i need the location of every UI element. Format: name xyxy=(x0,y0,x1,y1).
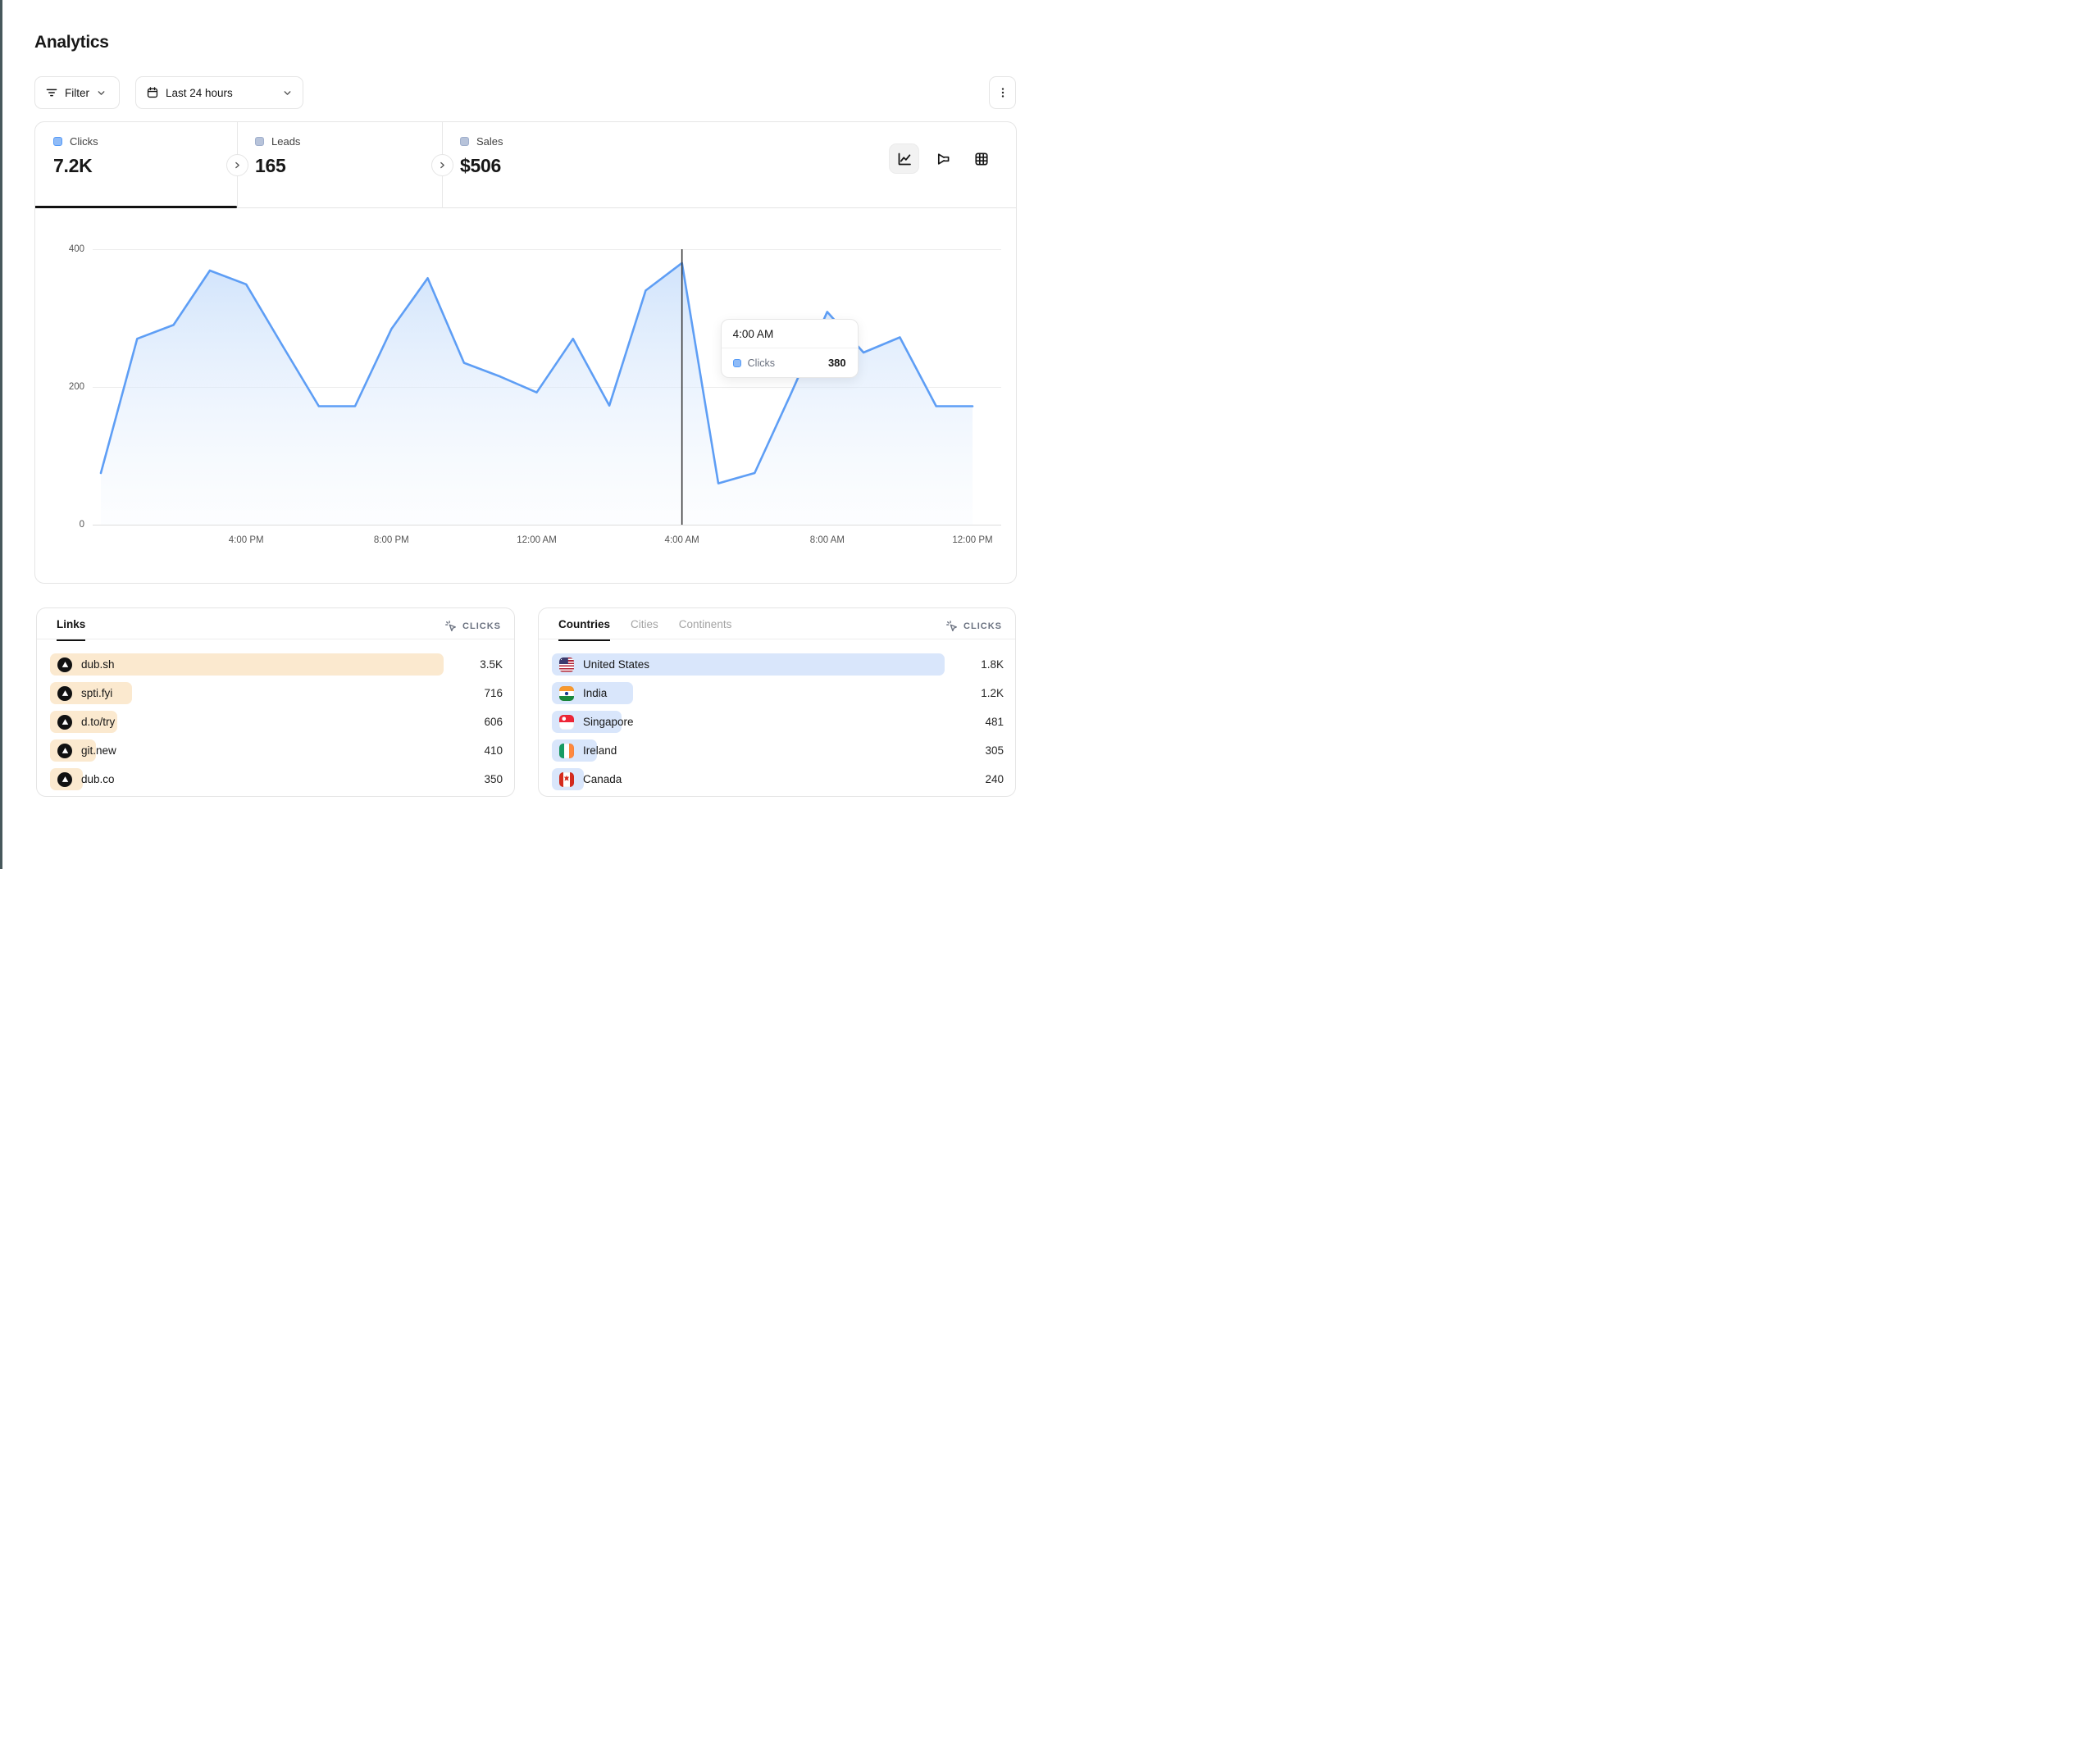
dub-logo-icon xyxy=(57,715,72,730)
funnel-chart-view-button[interactable] xyxy=(927,143,958,174)
page-title: Analytics xyxy=(34,33,109,52)
links-panel: Links CLICKS dub.sh 3.5K spti.fyi 716 xyxy=(36,607,515,797)
clicks-count: 1.2K xyxy=(981,687,1004,699)
link-row[interactable]: dub.sh 3.5K xyxy=(50,653,503,676)
chart-tooltip: 4:00 AM Clicks 380 xyxy=(721,319,859,378)
clicks-count: 305 xyxy=(985,744,1004,757)
tooltip-value: 380 xyxy=(828,357,846,369)
chevron-down-icon xyxy=(96,88,107,98)
link-row[interactable]: git.new 410 xyxy=(50,739,503,762)
tooltip-series-label: Clicks xyxy=(748,357,775,369)
clicks-count: 3.5K xyxy=(480,658,503,671)
cursor-click-icon xyxy=(945,620,959,633)
clicks-timeseries-chart[interactable]: 400 200 0 4:00 PM 8:00 PM 12:00 AM 4:00 … xyxy=(35,208,1016,583)
tab-cities[interactable]: Cities xyxy=(631,618,658,641)
stat-value: 165 xyxy=(255,155,442,177)
clicks-count: 716 xyxy=(484,687,503,699)
more-options-button[interactable] xyxy=(989,76,1016,109)
link-row[interactable]: d.to/try 606 xyxy=(50,711,503,733)
stat-tab-sales[interactable]: Sales $506 xyxy=(442,122,647,207)
leads-swatch-icon xyxy=(255,137,264,146)
metric-label: CLICKS xyxy=(462,621,501,631)
clicks-count: 1.8K xyxy=(981,658,1004,671)
stats-row: Clicks 7.2K Leads 165 Sales $506 xyxy=(35,122,1016,208)
tab-links[interactable]: Links xyxy=(57,618,85,641)
tab-countries[interactable]: Countries xyxy=(558,618,610,641)
analytics-chart-card: Clicks 7.2K Leads 165 Sales $506 xyxy=(34,121,1017,584)
clicks-count: 410 xyxy=(484,744,503,757)
singapore-flag-icon xyxy=(559,715,574,730)
line-chart-icon xyxy=(896,151,913,167)
clicks-swatch-icon xyxy=(733,359,741,367)
x-axis-tick: 12:00 PM xyxy=(952,535,992,545)
stat-tab-clicks[interactable]: Clicks 7.2K xyxy=(35,122,237,207)
dub-logo-icon xyxy=(57,657,72,672)
x-axis-tick: 12:00 AM xyxy=(517,535,557,545)
stat-label: Leads xyxy=(271,135,300,148)
clicks-count: 350 xyxy=(484,773,503,785)
filter-icon xyxy=(45,86,58,99)
tooltip-time: 4:00 AM xyxy=(722,320,858,348)
link-row[interactable]: spti.fyi 716 xyxy=(50,682,503,704)
country-row[interactable]: Singapore 481 xyxy=(552,711,1004,733)
dub-logo-icon xyxy=(57,744,72,758)
clicks-swatch-icon xyxy=(53,137,62,146)
x-axis-tick: 4:00 AM xyxy=(665,535,699,545)
expand-leads-button[interactable] xyxy=(226,154,248,176)
x-axis-tick: 8:00 PM xyxy=(374,535,409,545)
filter-label: Filter xyxy=(65,87,89,99)
chart-type-switcher xyxy=(889,143,996,174)
india-flag-icon xyxy=(559,686,574,701)
sales-swatch-icon xyxy=(460,137,469,146)
kebab-menu-icon xyxy=(996,86,1009,99)
stat-tab-leads[interactable]: Leads 165 xyxy=(237,122,442,207)
expand-sales-button[interactable] xyxy=(431,154,453,176)
window-edge xyxy=(0,0,2,869)
x-axis-tick: 4:00 PM xyxy=(229,535,264,545)
table-view-button[interactable] xyxy=(966,143,996,174)
dub-logo-icon xyxy=(57,772,72,787)
link-row[interactable]: dub.co 350 xyxy=(50,768,503,790)
united-states-flag-icon xyxy=(559,657,574,672)
tab-continents[interactable]: Continents xyxy=(679,618,732,641)
metric-selector[interactable]: CLICKS xyxy=(444,618,501,633)
stat-label: Sales xyxy=(476,135,503,148)
country-row[interactable]: Ireland 305 xyxy=(552,739,1004,762)
calendar-icon xyxy=(146,86,159,99)
area-chart-plot xyxy=(35,208,1016,583)
clicks-count: 481 xyxy=(985,716,1004,728)
stat-value: $506 xyxy=(460,155,647,177)
country-row[interactable]: India 1.2K xyxy=(552,682,1004,704)
countries-panel: Countries Cities Continents CLICKS Unite… xyxy=(538,607,1016,797)
funnel-chart-icon xyxy=(935,151,951,167)
dub-logo-icon xyxy=(57,686,72,701)
cursor-click-icon xyxy=(444,620,458,633)
x-axis-tick: 8:00 AM xyxy=(810,535,845,545)
country-row[interactable]: United States 1.8K xyxy=(552,653,1004,676)
clicks-count: 606 xyxy=(484,716,503,728)
date-range-button[interactable]: Last 24 hours xyxy=(135,76,303,109)
ireland-flag-icon xyxy=(559,744,574,758)
canada-flag-icon xyxy=(559,772,574,787)
table-grid-icon xyxy=(973,151,990,167)
clicks-count: 240 xyxy=(985,773,1004,785)
metric-selector[interactable]: CLICKS xyxy=(945,618,1002,633)
stat-value: 7.2K xyxy=(53,155,237,177)
filter-button[interactable]: Filter xyxy=(34,76,120,109)
metric-label: CLICKS xyxy=(963,621,1002,631)
chevron-right-icon xyxy=(233,161,242,170)
country-row[interactable]: Canada 240 xyxy=(552,768,1004,790)
chevron-right-icon xyxy=(438,161,447,170)
line-chart-view-button[interactable] xyxy=(889,143,919,174)
date-range-label: Last 24 hours xyxy=(166,87,233,99)
chevron-down-icon xyxy=(282,88,293,98)
stat-label: Clicks xyxy=(70,135,98,148)
